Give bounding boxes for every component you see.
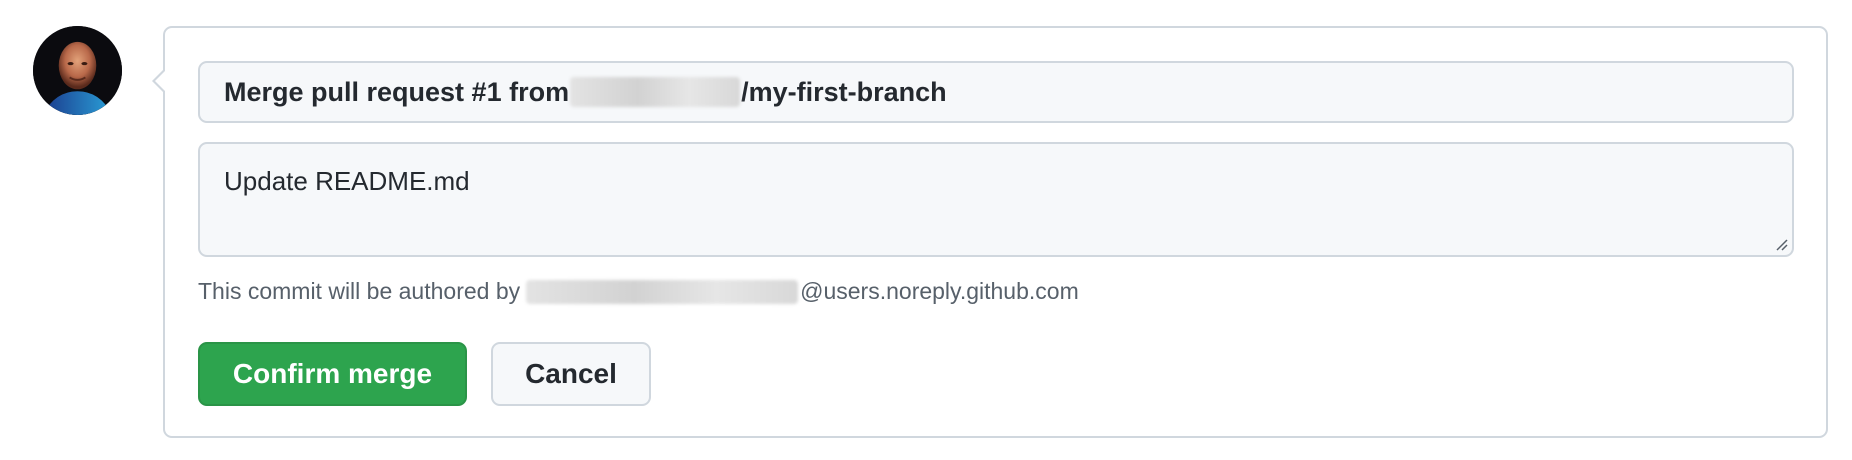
commit-title-input[interactable]: Merge pull request #1 from /my-first-bra…	[198, 61, 1794, 123]
avatar[interactable]	[33, 26, 122, 115]
commit-title-prefix: Merge pull request #1 from	[224, 76, 570, 107]
author-note-prefix: This commit will be authored by	[198, 278, 521, 304]
redacted-username	[570, 77, 741, 107]
commit-body-textarea[interactable]: Update README.md	[198, 142, 1794, 257]
cancel-button[interactable]: Cancel	[491, 342, 651, 406]
redacted-email	[526, 279, 799, 304]
confirm-merge-button[interactable]: Confirm merge	[198, 342, 467, 406]
merge-form-panel: Merge pull request #1 from /my-first-bra…	[152, 26, 1828, 438]
commit-body-text: Update README.md	[224, 166, 470, 196]
bubble-pointer	[152, 68, 166, 94]
author-note: This commit will be authored by @users.n…	[198, 278, 1079, 305]
resize-handle-icon[interactable]	[1772, 235, 1788, 251]
author-note-suffix: @users.noreply.github.com	[800, 278, 1079, 304]
user-avatar-icon	[33, 26, 122, 115]
commit-title-suffix: /my-first-branch	[741, 76, 947, 107]
